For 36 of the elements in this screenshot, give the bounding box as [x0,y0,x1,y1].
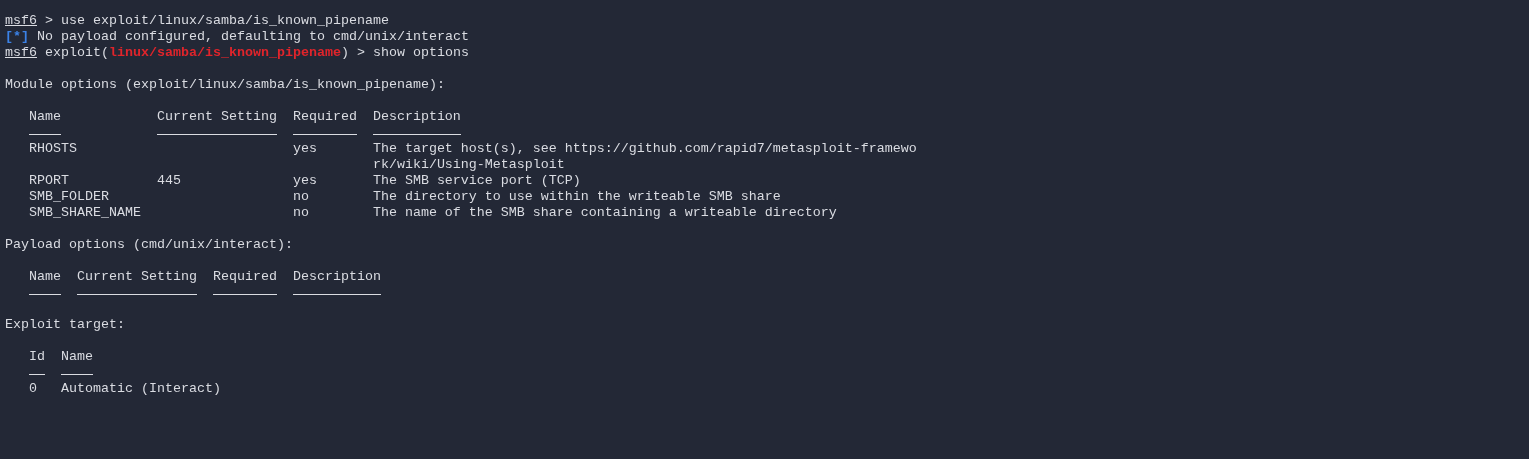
column-header: Name [29,269,61,284]
column-header: Name [29,109,61,124]
table-cell-text: Automatic (Interact) [60,381,222,397]
section-heading: Exploit target: [5,317,125,332]
column-header: Description [372,109,461,124]
table-cell-text: RHOSTS [29,141,78,157]
table-cell-text: The directory to use within the writeable SMB share [372,189,782,205]
section-heading: Module options (exploit/linux/samba/is_known_pipename): [5,77,445,92]
terminal-text: exploit( [44,45,109,60]
terminal-text: No payload configured, defaulting to cmd/unix/interact [36,29,469,44]
table-cell-text: no [292,189,310,205]
table-cell-text: SMB_SHARE_NAME [29,205,142,221]
table-cell-text: 0 [29,381,38,397]
terminal-text: ) > show options [340,45,469,60]
table-cell-text: RPORT [29,173,70,189]
table-cell-text: 445 [156,173,182,189]
table-cell-text: The name of the SMB share containing a writeable directory [372,205,838,221]
table-cell-text: yes [292,141,318,157]
column-header: Current Setting [156,109,277,124]
column-header: Id [29,349,45,364]
column-header: Description [292,269,381,284]
column-header: Current Setting [76,269,197,284]
table-cell: The target host(s), see https://github.com/rapid7/metasploit-framework/wiki/Using-Metasploit [372,141,917,173]
column-header: Name [60,349,93,364]
terminal-text: > use exploit/linux/samba/is_known_pipename [44,13,389,28]
status-marker: [*] [5,29,29,44]
section-heading: Payload options (cmd/unix/interact): [5,237,293,252]
prompt-label: msf6 [5,13,37,28]
prompt-label: msf6 [5,45,37,60]
table-cell-text: no [292,205,310,221]
column-header: Required [212,269,277,284]
table-cell-text: SMB_FOLDER [29,189,110,205]
column-header: Required [292,109,357,124]
table-cell-text: yes [292,173,318,189]
table-cell-text: The SMB service port (TCP) [372,173,582,189]
module-name: linux/samba/is_known_pipename [109,45,341,60]
